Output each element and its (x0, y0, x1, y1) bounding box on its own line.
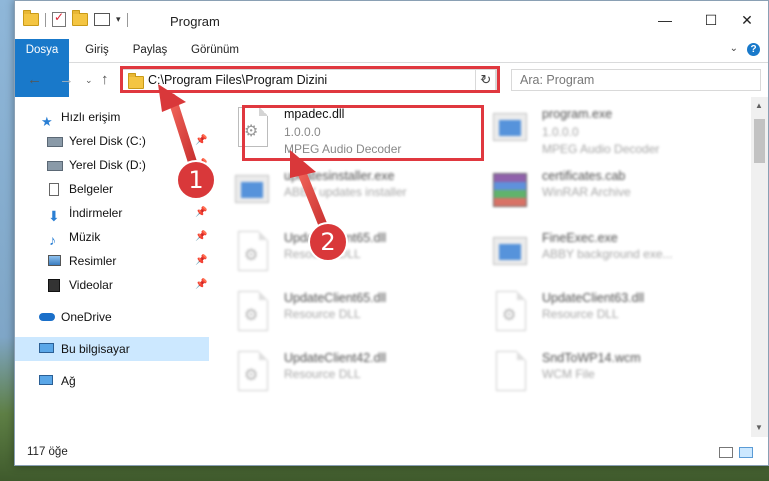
tab-share[interactable]: Paylaş (125, 39, 175, 62)
help-icon[interactable]: ? (747, 43, 760, 56)
exe-icon (493, 231, 529, 275)
drive-icon (47, 161, 63, 171)
minimize-button[interactable]: — (642, 1, 688, 39)
sidebar-item-quick-access[interactable]: ★ Hızlı erişim (15, 105, 209, 129)
recent-chevron-icon[interactable]: ⌄ (85, 75, 93, 86)
callout-number-2: 2 (320, 228, 336, 256)
sidebar-item-videos[interactable]: Videolar 📌 (15, 273, 209, 297)
divider (45, 12, 46, 27)
sidebar-item-onedrive[interactable]: OneDrive (15, 305, 209, 329)
file-highlight-box (242, 105, 484, 161)
vertical-scrollbar[interactable]: ▲ ▼ (751, 97, 768, 437)
music-icon: ♪ (49, 232, 56, 248)
callout-number-1: 1 (188, 166, 204, 194)
file-item-updateclient65[interactable]: ⚙ UpdateClient65.dll Resource DLL (222, 225, 462, 283)
sidebar-item-pictures[interactable]: Resimler 📌 (15, 249, 209, 273)
drive-icon (47, 137, 63, 147)
forward-arrow-icon[interactable]: → (59, 71, 74, 88)
dll-icon: ⚙ (493, 291, 529, 335)
pin-icon[interactable]: 📌 (195, 225, 207, 249)
sidebar-item-documents[interactable]: Belgeler 📌 (15, 177, 209, 201)
new-folder-icon[interactable] (72, 10, 88, 26)
title-bar: ▾ Program — ☐ ✕ (15, 1, 768, 39)
file-item-updateclient65b[interactable]: ⚙ UpdateClient65.dll Resource DLL (222, 285, 462, 343)
item-count: 117 öğe (27, 446, 68, 458)
cloud-icon (39, 313, 55, 321)
scroll-up-icon[interactable]: ▲ (755, 101, 763, 110)
quick-access-toolbar: ▾ (23, 10, 128, 27)
dll-icon: ⚙ (235, 231, 271, 275)
file-item-fineexec[interactable]: FineExec.exe ABBY background exe... (480, 225, 720, 283)
search-placeholder: Ara: Program (520, 73, 595, 87)
scrollbar-thumb[interactable] (754, 119, 765, 163)
download-icon: ⬇ (48, 208, 60, 224)
search-input[interactable]: Ara: Program (511, 69, 761, 91)
star-icon: ★ (41, 114, 53, 129)
close-button[interactable]: ✕ (724, 1, 768, 39)
explorer-window: ▾ Program — ☐ ✕ Dosya Giriş Paylaş Görün… (14, 0, 769, 466)
details-view-icon[interactable] (719, 447, 733, 458)
dll-icon: ⚙ (235, 351, 271, 395)
up-arrow-icon[interactable]: ↑ (101, 71, 109, 88)
address-highlight-box (120, 66, 500, 93)
customize-icon[interactable] (94, 13, 110, 26)
scroll-down-icon[interactable]: ▼ (755, 423, 763, 432)
status-bar: 117 öğe (15, 437, 768, 465)
exe-icon (235, 169, 271, 213)
archive-icon (493, 169, 529, 213)
tiles-view-icon[interactable] (739, 447, 753, 458)
tab-home[interactable]: Giriş (75, 39, 119, 62)
address-row: ← → ⌄ ↑ C:\Program Files\Program Dizini … (15, 63, 768, 97)
exe-icon (493, 107, 529, 151)
documents-icon (49, 183, 59, 196)
sidebar-item-disk-d[interactable]: Yerel Disk (D:) 📌 (15, 153, 209, 177)
back-arrow-icon[interactable]: ← (27, 71, 42, 88)
computer-icon (39, 343, 54, 353)
file-icon (493, 351, 529, 395)
sidebar-item-network[interactable]: Ağ (15, 369, 209, 393)
expand-ribbon-icon[interactable]: ⌄ (730, 43, 738, 54)
sidebar-item-this-pc[interactable]: Bu bilgisayar (15, 337, 209, 361)
tab-view[interactable]: Görünüm (185, 39, 245, 62)
pin-icon[interactable]: 📌 (195, 201, 207, 225)
file-item-program-exe[interactable]: program.exe 1.0.0.0 MPEG Audio Decoder (480, 101, 720, 159)
properties-check-icon[interactable] (52, 10, 66, 27)
folder-icon (23, 10, 39, 26)
navigation-pane: ★ Hızlı erişim Yerel Disk (C:) 📌 Yerel D… (15, 97, 209, 437)
window-title: Program (170, 14, 220, 29)
file-item-updateclient63[interactable]: ⚙ UpdateClient63.dll Resource DLL (480, 285, 720, 343)
file-list: ⚙ mpadec.dll 1.0.0.0 MPEG Audio Decoder … (222, 97, 747, 437)
sidebar-item-downloads[interactable]: ⬇ İndirmeler 📌 (15, 201, 209, 225)
divider (126, 12, 128, 27)
file-item-updateclient42[interactable]: ⚙ UpdateClient42.dll Resource DLL (222, 345, 462, 403)
ribbon-tabs: Dosya Giriş Paylaş Görünüm ⌄ ? (15, 39, 768, 97)
file-item-sndtowp14[interactable]: SndToWP14.wcm WCM File (480, 345, 720, 403)
pictures-icon (48, 255, 61, 266)
pin-icon[interactable]: 📌 (195, 249, 207, 273)
sidebar-item-music[interactable]: ♪ Müzik 📌 (15, 225, 209, 249)
file-item-certificates[interactable]: certificates.cab WinRAR Archive (480, 163, 720, 221)
file-item-updatesinstaller[interactable]: updatesinstaller.exe ABBY updates instal… (222, 163, 462, 221)
pin-icon[interactable]: 📌 (195, 129, 207, 153)
chevron-down-icon[interactable]: ▾ (116, 14, 121, 25)
network-icon (39, 375, 53, 385)
sidebar-item-disk-c[interactable]: Yerel Disk (C:) 📌 (15, 129, 209, 153)
video-icon (48, 279, 60, 292)
pin-icon[interactable]: 📌 (195, 273, 207, 297)
dll-icon: ⚙ (235, 291, 271, 335)
